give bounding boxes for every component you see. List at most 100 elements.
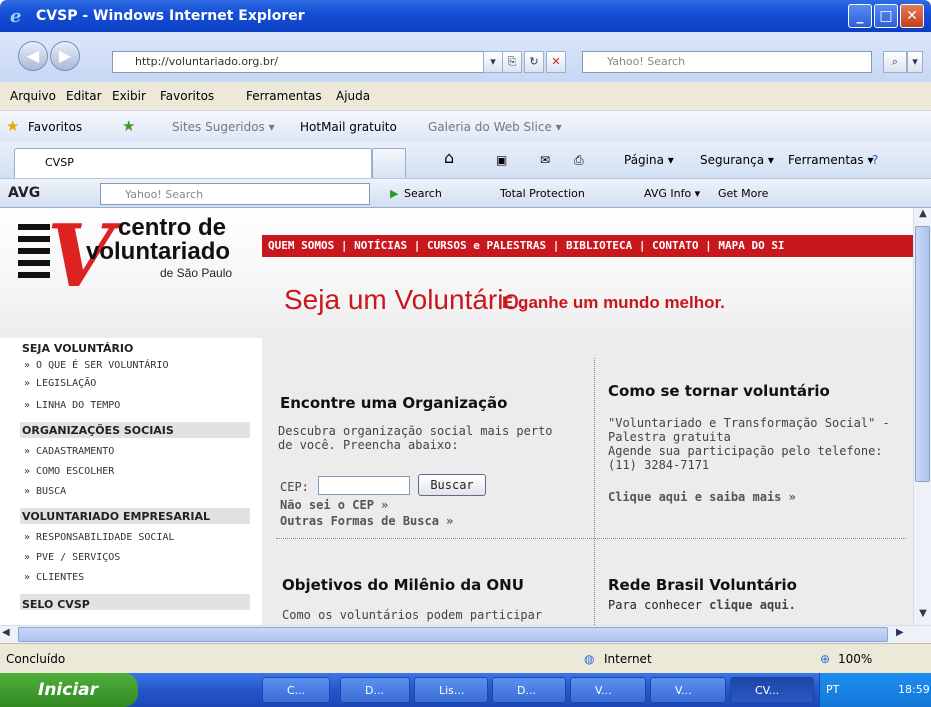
- saiba-mais-link[interactable]: Clique aqui e saiba mais »: [608, 490, 796, 504]
- nav-head-empresarial[interactable]: VOLUNTARIADO EMPRESARIAL: [22, 510, 248, 523]
- tab-row: CVSP ⌂ ▣ ✉ ⎙ Página ▾ Segurança ▾ Ferram…: [0, 142, 931, 178]
- nav-item[interactable]: » COMO ESCOLHER: [24, 466, 114, 477]
- nav-item[interactable]: » RESPONSABILIDADE SOCIAL: [24, 532, 175, 543]
- scroll-up-icon[interactable]: ▲: [915, 208, 931, 224]
- scroll-right-icon[interactable]: ▶: [896, 627, 912, 643]
- scroll-thumb[interactable]: [915, 226, 930, 482]
- nav-item[interactable]: » CLIENTES: [24, 572, 84, 583]
- taskbar-item[interactable]: V...: [570, 677, 646, 703]
- taskbar-item[interactable]: V...: [650, 677, 726, 703]
- cep-label: CEP:: [280, 480, 309, 494]
- clock[interactable]: 18:59: [898, 683, 930, 696]
- slogan-main: Seja um Voluntário.: [284, 284, 527, 315]
- search-options-icon[interactable]: ▾: [907, 51, 923, 73]
- compat-view-icon[interactable]: ⎘: [502, 51, 522, 73]
- forward-button[interactable]: ▶: [50, 41, 80, 71]
- menu-bar: Arquivo Editar Exibir Favoritos Ferramen…: [0, 82, 931, 110]
- yahoo-search-input[interactable]: Yahoo! Search: [582, 51, 872, 73]
- nav-item[interactable]: » PVE / SERVIÇOS: [24, 552, 120, 563]
- cep-input[interactable]: [318, 476, 410, 495]
- find-desc1: Descubra organização social mais perto: [278, 424, 553, 438]
- taskbar-item[interactable]: Lis...: [414, 677, 488, 703]
- horizontal-scrollbar[interactable]: ◀ ▶: [0, 625, 931, 643]
- taskbar-item[interactable]: D...: [492, 677, 566, 703]
- help-icon[interactable]: ?: [872, 153, 878, 167]
- feeds-icon[interactable]: ▣: [496, 153, 507, 167]
- address-dropdown-icon[interactable]: ▾: [483, 51, 503, 73]
- home-icon[interactable]: ⌂: [444, 148, 454, 167]
- refresh-icon[interactable]: ↻: [524, 51, 544, 73]
- maximize-button[interactable]: □: [874, 4, 898, 28]
- fav-sites-sugeridos[interactable]: Sites Sugeridos ▾: [172, 120, 275, 134]
- nav-head-seja[interactable]: SEJA VOLUNTÁRIO: [22, 342, 248, 355]
- page-content: V centro de voluntariado de São Paulo QU…: [0, 208, 913, 625]
- menu-exibir[interactable]: Exibir: [112, 89, 146, 103]
- back-button[interactable]: ◀: [18, 41, 48, 71]
- find-desc2: de você. Preencha abaixo:: [278, 438, 459, 452]
- taskbar-item[interactable]: D...: [340, 677, 410, 703]
- tab-cvsp[interactable]: CVSP: [14, 148, 372, 178]
- minimize-button[interactable]: _: [848, 4, 872, 28]
- language-indicator[interactable]: PT: [826, 683, 839, 696]
- menu-editar[interactable]: Editar: [66, 89, 102, 103]
- left-nav: SEJA VOLUNTÁRIO » O QUE É SER VOLUNTÁRIO…: [0, 338, 262, 625]
- taskbar-item[interactable]: C...: [262, 677, 330, 703]
- scroll-down-icon[interactable]: ▼: [915, 608, 931, 624]
- nav-item[interactable]: » BUSCA: [24, 486, 66, 497]
- vertical-scrollbar[interactable]: ▲ ▼: [913, 208, 931, 625]
- menu-ajuda[interactable]: Ajuda: [336, 89, 370, 103]
- site-topnav[interactable]: QUEM SOMOS | NOTÍCIAS | CURSOS e PALESTR…: [262, 235, 913, 257]
- print-icon[interactable]: ⎙: [574, 153, 584, 168]
- logo-line3: de São Paulo: [160, 266, 233, 280]
- zoom-icon[interactable]: ⊕: [820, 652, 830, 666]
- total-protection-button[interactable]: Total Protection: [500, 187, 585, 200]
- hscroll-thumb[interactable]: [18, 627, 888, 642]
- menu-favoritos[interactable]: Favoritos: [160, 89, 214, 103]
- globe-icon: ◍: [584, 652, 595, 666]
- fav-hotmail[interactable]: HotMail gratuito: [300, 120, 397, 134]
- nao-sei-cep-link[interactable]: Não sei o CEP »: [280, 498, 388, 512]
- favorites-button[interactable]: Favoritos: [28, 120, 82, 134]
- security-menu[interactable]: Segurança ▾: [700, 153, 774, 167]
- start-button[interactable]: Iniciar: [0, 673, 138, 707]
- taskbar-item-active[interactable]: CV...: [730, 677, 814, 703]
- close-button[interactable]: ✕: [900, 4, 924, 28]
- nav-head-organizacoes[interactable]: ORGANIZAÇÕES SOCIAIS: [22, 424, 248, 437]
- find-title: Encontre uma Organização: [280, 394, 508, 412]
- nav-item[interactable]: » CADASTRAMENTO: [24, 446, 114, 457]
- nav-item[interactable]: » O QUE É SER VOLUNTÁRIO: [24, 360, 169, 371]
- zoom-level[interactable]: 100%: [838, 652, 872, 666]
- page-menu[interactable]: Página ▾: [624, 153, 674, 167]
- nav-item[interactable]: » LINHA DO TEMPO: [24, 400, 120, 411]
- get-more-button[interactable]: Get More: [718, 187, 768, 200]
- favorites-bar: ★ Favoritos ★ Sites Sugeridos ▾ HotMail …: [0, 110, 931, 142]
- fav-web-slice[interactable]: Galeria do Web Slice ▾: [428, 120, 562, 134]
- avg-search-input[interactable]: Yahoo! Search: [100, 183, 370, 205]
- avg-search-button[interactable]: Search: [404, 187, 442, 200]
- add-favorite-icon[interactable]: ★: [122, 117, 135, 135]
- menu-arquivo[interactable]: Arquivo: [10, 89, 56, 103]
- site-header: V centro de voluntariado de São Paulo QU…: [0, 208, 913, 338]
- search-icon[interactable]: ⌕: [883, 51, 907, 73]
- mail-icon[interactable]: ✉: [540, 153, 550, 167]
- nav-item[interactable]: » LEGISLAÇÃO: [24, 378, 96, 389]
- rede-link[interactable]: clique aqui.: [709, 598, 796, 612]
- address-input[interactable]: http://voluntariado.org.br/: [112, 51, 502, 73]
- avg-logo[interactable]: AVG: [8, 185, 40, 201]
- outras-formas-link[interactable]: Outras Formas de Busca »: [280, 514, 453, 528]
- avg-info-button[interactable]: AVG Info ▾: [644, 187, 700, 200]
- become-line2: Palestra gratuita: [608, 430, 731, 444]
- scroll-left-icon[interactable]: ◀: [2, 627, 18, 643]
- become-title: Como se tornar voluntário: [608, 382, 830, 400]
- new-tab-button[interactable]: [372, 148, 406, 178]
- nav-head-selo[interactable]: SELO CVSP: [22, 598, 248, 611]
- stop-icon[interactable]: ✕: [546, 51, 566, 73]
- buscar-button[interactable]: Buscar: [418, 474, 486, 496]
- rede-title: Rede Brasil Voluntário: [608, 576, 797, 594]
- menu-ferramentas[interactable]: Ferramentas: [246, 89, 322, 103]
- become-line3: Agende sua participação pelo telefone:: [608, 444, 883, 458]
- start-label: Iniciar: [38, 680, 99, 700]
- title-bar[interactable]: e CVSP - Windows Internet Explorer _ □ ✕: [0, 0, 931, 32]
- tools-menu[interactable]: Ferramentas ▾: [788, 153, 873, 167]
- search-go-icon[interactable]: ▶: [390, 187, 398, 200]
